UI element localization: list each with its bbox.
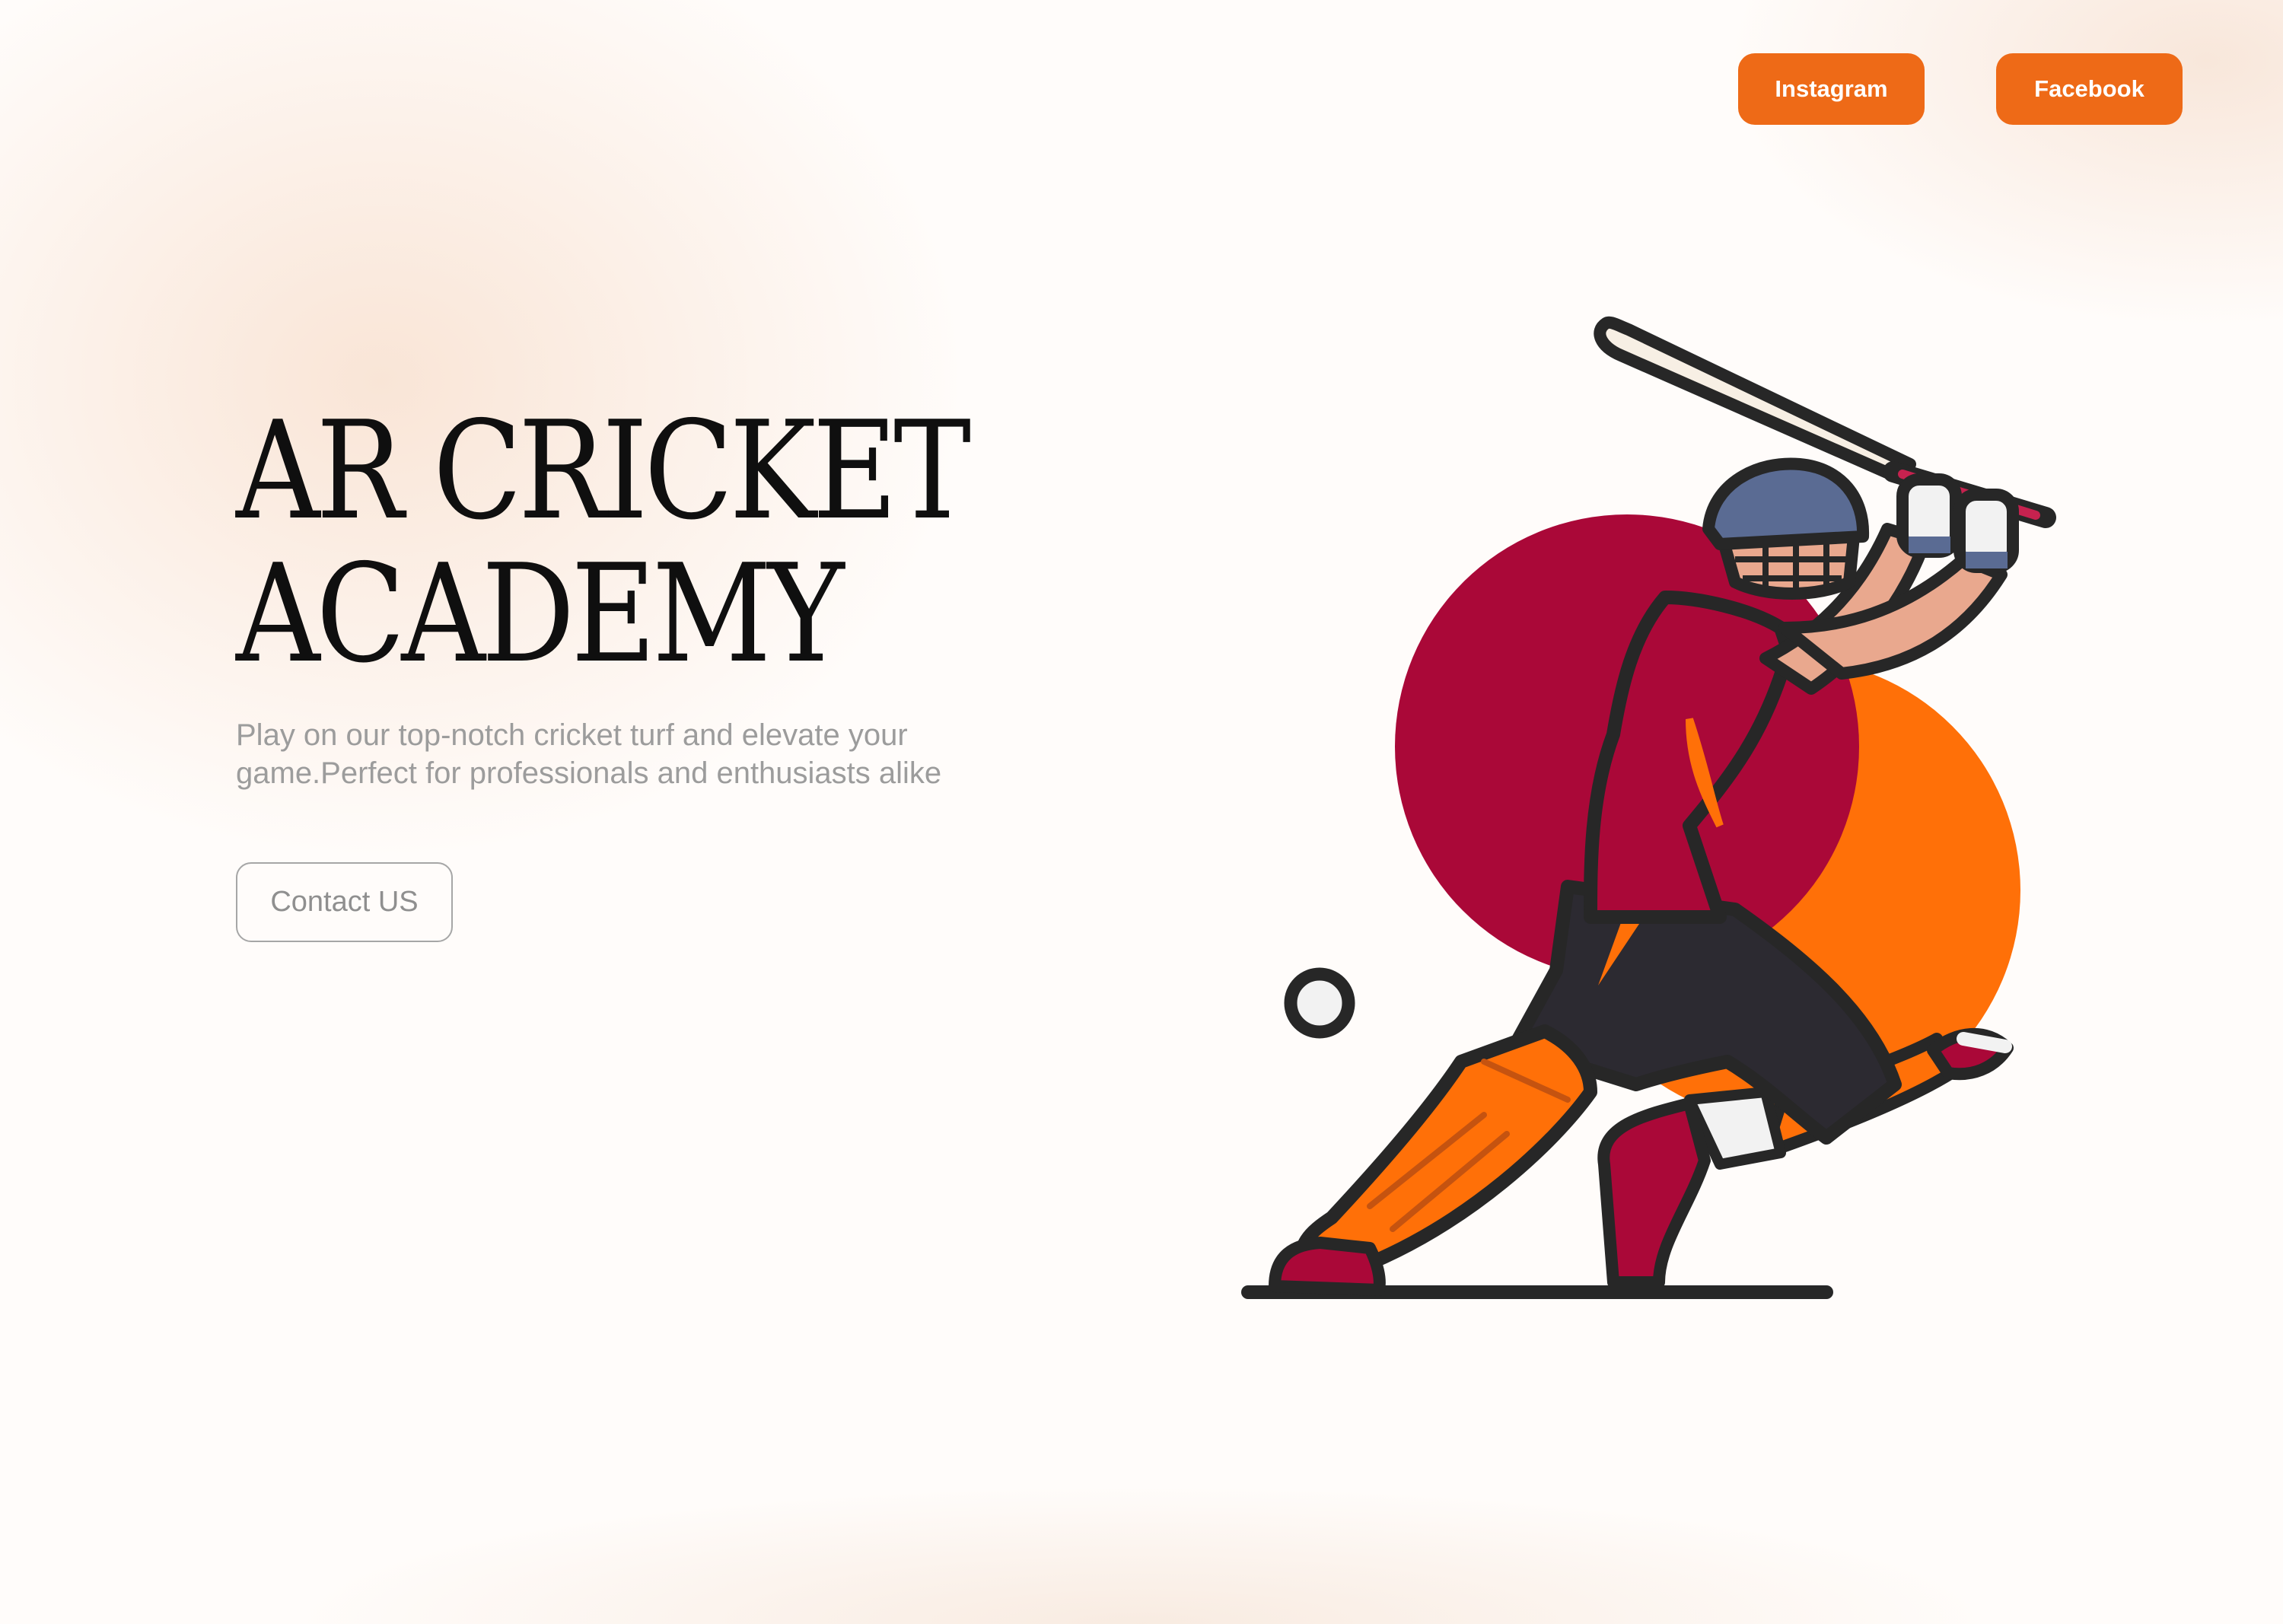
batsman-drawing <box>1241 316 2056 1299</box>
cricket-batsman-illustration <box>1233 308 2070 1320</box>
title-line-1: AR CRICKET <box>236 392 971 549</box>
cricket-ball <box>1284 967 1355 1039</box>
hero-section: AR CRICKET ACADEMY Play on our top-notch… <box>236 400 1149 942</box>
instagram-button[interactable]: Instagram <box>1738 53 1925 125</box>
front-leg-pad <box>1269 1024 1597 1296</box>
batsman-head <box>1702 457 1870 600</box>
helmet <box>1702 457 1870 550</box>
title-line-2: ACADEMY <box>236 535 845 693</box>
hero-subtitle: Play on our top-notch cricket turf and e… <box>236 718 942 790</box>
page-title: AR CRICKET ACADEMY <box>236 400 1021 686</box>
facebook-button[interactable]: Facebook <box>1996 53 2183 125</box>
top-nav: Instagram Facebook <box>1738 53 2183 125</box>
contact-us-button[interactable]: Contact US <box>236 862 453 942</box>
